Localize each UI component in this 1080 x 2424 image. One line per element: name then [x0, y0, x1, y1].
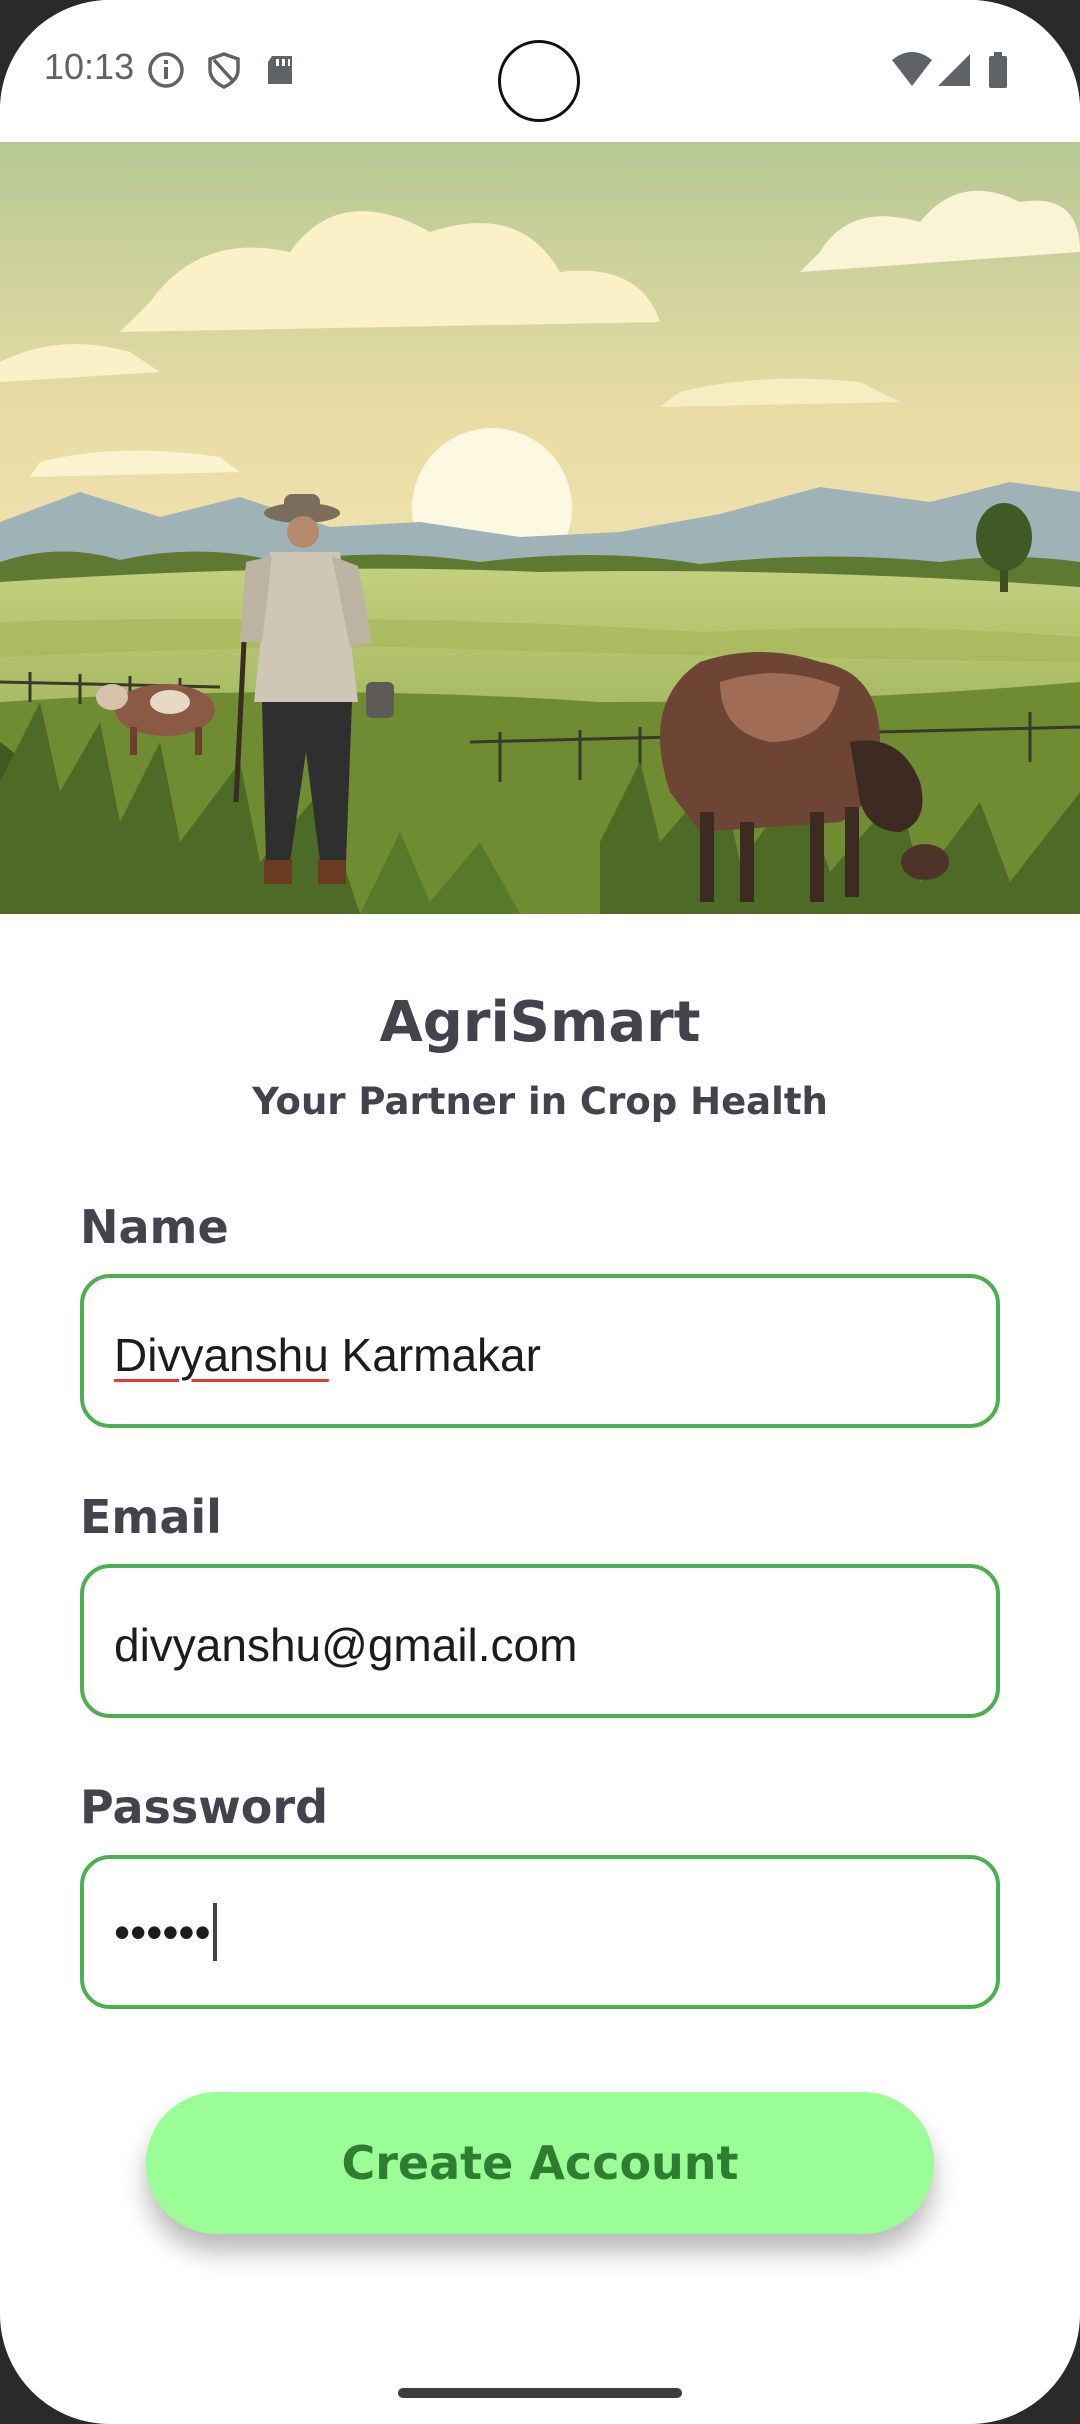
status-bar: 10:13 [0, 0, 1080, 142]
password-label: Password [80, 1780, 328, 1834]
email-label: Email [80, 1490, 222, 1544]
name-value-rest: Karmakar [328, 1329, 541, 1381]
battery-icon [989, 52, 1007, 88]
password-dots: •••••• [114, 1906, 211, 1958]
phone-screen: 10:13 AgriSmart Your Partner in Crop Hea… [0, 0, 1080, 2424]
email-value: divyanshu@gmail.com [114, 1619, 578, 1671]
name-field[interactable]: Divyanshu Karmakar [80, 1274, 1000, 1428]
name-label: Name [80, 1200, 229, 1254]
password-value: •••••• [114, 1902, 217, 1965]
info-icon [148, 52, 184, 88]
signal-icon [938, 54, 970, 86]
app-tagline: Your Partner in Crop Health [252, 1080, 828, 1123]
name-value: Divyanshu Karmakar [114, 1328, 541, 1382]
email-field[interactable]: divyanshu@gmail.com [80, 1564, 1000, 1718]
misspelled-word: Divyanshu [114, 1329, 329, 1381]
status-time: 10:13 [44, 46, 135, 87]
home-indicator[interactable] [398, 2388, 682, 2398]
sd-card-icon [268, 56, 292, 84]
text-cursor [212, 1902, 217, 1961]
create-account-button[interactable]: Create Account [146, 2092, 934, 2234]
shield-icon [208, 52, 240, 89]
farm-illustration [0, 142, 1080, 914]
password-field[interactable]: •••••• [80, 1855, 1000, 2009]
front-camera [498, 40, 580, 122]
app-title: AgriSmart [379, 990, 701, 1055]
wifi-icon [892, 52, 932, 86]
